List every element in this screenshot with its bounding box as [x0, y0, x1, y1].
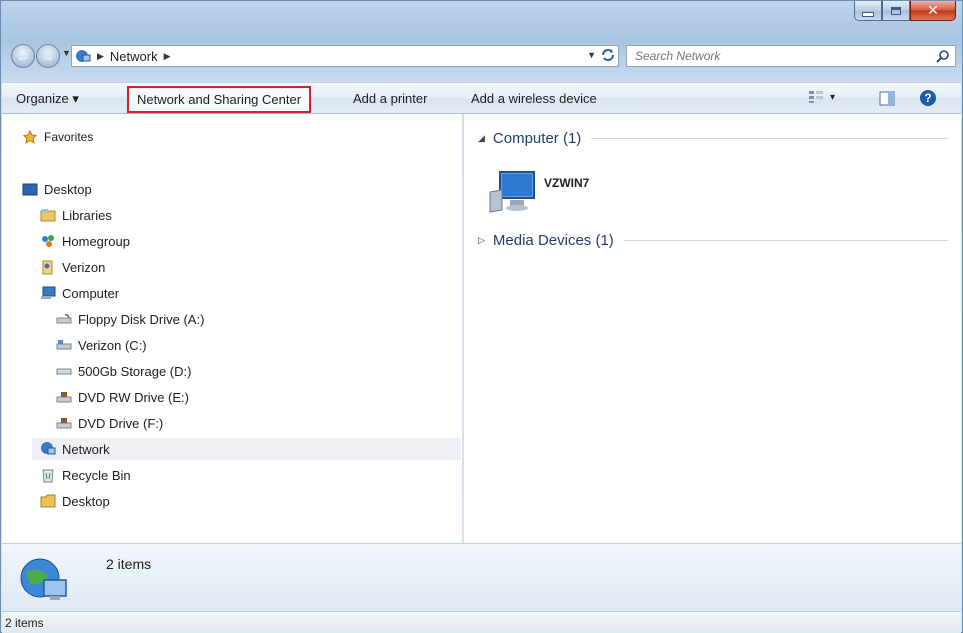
nav-item-label: Desktop — [44, 181, 92, 197]
back-button[interactable]: ← — [11, 44, 35, 68]
views-icon — [809, 91, 823, 103]
address-bar[interactable]: ▶ Network ▶ ▼ — [71, 45, 619, 67]
address-row: ← → ▼ ▶ Network ▶ ▼ — [9, 42, 956, 70]
item-count-label: 2 items — [106, 556, 152, 572]
nav-item-homegroup[interactable]: Homegroup — [40, 230, 130, 252]
network-icon — [40, 441, 56, 457]
preview-pane-icon — [879, 91, 895, 106]
network-icon — [75, 49, 91, 63]
maximize-button[interactable] — [882, 1, 910, 21]
nav-item-desktop-folder[interactable]: Desktop — [40, 490, 110, 512]
nav-item-label: Computer — [62, 285, 120, 301]
device-vzwin7[interactable]: VZWIN7 — [488, 170, 589, 217]
add-wireless-device-button[interactable]: Add a wireless device — [471, 91, 597, 106]
nav-item-label: 500Gb Storage (D:) — [78, 363, 192, 379]
content-pane: ◢ Computer (1) VZWIN7 ▷ Media Devices (1… — [464, 114, 961, 543]
views-dropdown-arrow[interactable]: ▾ — [830, 92, 835, 103]
nav-item-desktop[interactable]: Desktop — [22, 178, 92, 200]
group-label: Computer (1) — [492, 130, 582, 147]
nav-item-verizon-user[interactable]: Verizon — [40, 256, 105, 278]
command-bar: Organize ▾ Network and Sharing Center Ad… — [2, 82, 961, 114]
nav-item-label: DVD RW Drive (E:) — [78, 389, 189, 405]
system-drive-icon — [56, 337, 72, 353]
nav-item-label: Verizon — [62, 259, 106, 275]
nav-item-favorites[interactable]: Favorites — [22, 126, 93, 148]
change-view-button[interactable]: ▾ — [808, 90, 835, 104]
nav-item-label: Recycle Bin — [62, 467, 131, 483]
search-icon[interactable] — [936, 49, 950, 66]
nav-item-label: Favorites — [44, 130, 94, 144]
status-bar: 2 items — [2, 611, 961, 633]
nav-item-network[interactable]: Network — [32, 438, 461, 460]
refresh-button[interactable] — [600, 47, 616, 66]
maximize-icon — [891, 6, 901, 15]
libraries-icon — [40, 207, 56, 223]
dvd-drive-icon — [56, 389, 72, 405]
device-label: VZWIN7 — [544, 176, 590, 190]
nav-item-drive-c[interactable]: Verizon (C:) — [56, 334, 147, 356]
nav-item-drive-f[interactable]: DVD Drive (F:) — [56, 412, 163, 434]
group-header-media-devices[interactable]: ▷ Media Devices (1) — [478, 232, 948, 249]
nav-item-floppy[interactable]: Floppy Disk Drive (A:) — [56, 308, 204, 330]
nav-item-recycle-bin[interactable]: Recycle Bin — [40, 464, 131, 486]
collapse-triangle-icon[interactable]: ◢ — [478, 133, 485, 144]
recycle-bin-icon — [40, 467, 56, 483]
nav-item-label: Network — [62, 441, 110, 457]
group-label: Media Devices (1) — [492, 232, 614, 249]
nav-item-label: Homegroup — [62, 233, 130, 249]
breadcrumb-arrow-icon[interactable]: ▶ — [164, 51, 171, 62]
user-folder-icon — [40, 259, 56, 275]
breadcrumb-network[interactable]: Network — [110, 49, 158, 64]
desktop-icon — [22, 181, 38, 197]
minimize-button[interactable] — [854, 1, 882, 21]
forward-arrow-icon: → — [41, 48, 55, 64]
preview-pane-button[interactable] — [879, 91, 895, 109]
star-icon — [22, 129, 38, 145]
add-printer-button[interactable]: Add a printer — [353, 91, 427, 106]
help-button[interactable]: ? — [920, 90, 936, 106]
breadcrumb-arrow-icon[interactable]: ▶ — [97, 51, 104, 62]
nav-item-label: Libraries — [62, 207, 112, 223]
caption-buttons: ✕ — [854, 1, 956, 21]
network-globe-icon — [18, 556, 68, 607]
details-pane: 2 items — [2, 543, 961, 611]
floppy-drive-icon — [56, 311, 72, 327]
network-sharing-center-button[interactable]: Network and Sharing Center — [127, 86, 312, 113]
nav-item-drive-e[interactable]: DVD RW Drive (E:) — [56, 386, 189, 408]
nav-item-label: Verizon (C:) — [78, 337, 147, 353]
status-text: 2 items — [5, 615, 44, 630]
group-header-computer[interactable]: ◢ Computer (1) — [478, 130, 948, 147]
group-divider — [623, 240, 948, 241]
nav-item-libraries[interactable]: Libraries — [40, 204, 112, 226]
navigation-pane: Favorites Desktop Libraries Homegroup Ve… — [2, 114, 463, 543]
computer-icon — [40, 285, 56, 301]
forward-button[interactable]: → — [36, 44, 60, 68]
computer-monitor-icon — [488, 170, 536, 217]
group-divider — [591, 138, 948, 139]
expand-triangle-icon[interactable]: ▷ — [478, 235, 485, 246]
search-box[interactable] — [626, 45, 956, 67]
nav-item-label: Desktop — [62, 493, 110, 509]
nav-item-computer[interactable]: Computer — [40, 282, 119, 304]
nav-item-drive-d[interactable]: 500Gb Storage (D:) — [56, 360, 191, 382]
folder-icon — [40, 493, 56, 509]
back-arrow-icon: ← — [16, 48, 30, 64]
dvd-drive-icon — [56, 415, 72, 431]
hard-drive-icon — [56, 363, 72, 379]
address-history-dropdown[interactable]: ▼ — [587, 50, 596, 60]
organize-button[interactable]: Organize ▾ — [16, 91, 79, 107]
refresh-icon — [602, 49, 614, 61]
search-input[interactable] — [633, 48, 932, 64]
close-icon: ✕ — [927, 2, 939, 18]
explorer-window: ✕ ← → ▼ ▶ Network ▶ ▼ Organize ▾ Network — [0, 0, 963, 633]
homegroup-icon — [40, 233, 56, 249]
minimize-icon — [862, 11, 874, 17]
recent-pages-dropdown[interactable]: ▼ — [62, 48, 71, 58]
help-icon: ? — [920, 90, 936, 106]
close-button[interactable]: ✕ — [910, 1, 956, 21]
nav-item-label: Floppy Disk Drive (A:) — [78, 311, 205, 327]
nav-item-label: DVD Drive (F:) — [78, 415, 164, 431]
